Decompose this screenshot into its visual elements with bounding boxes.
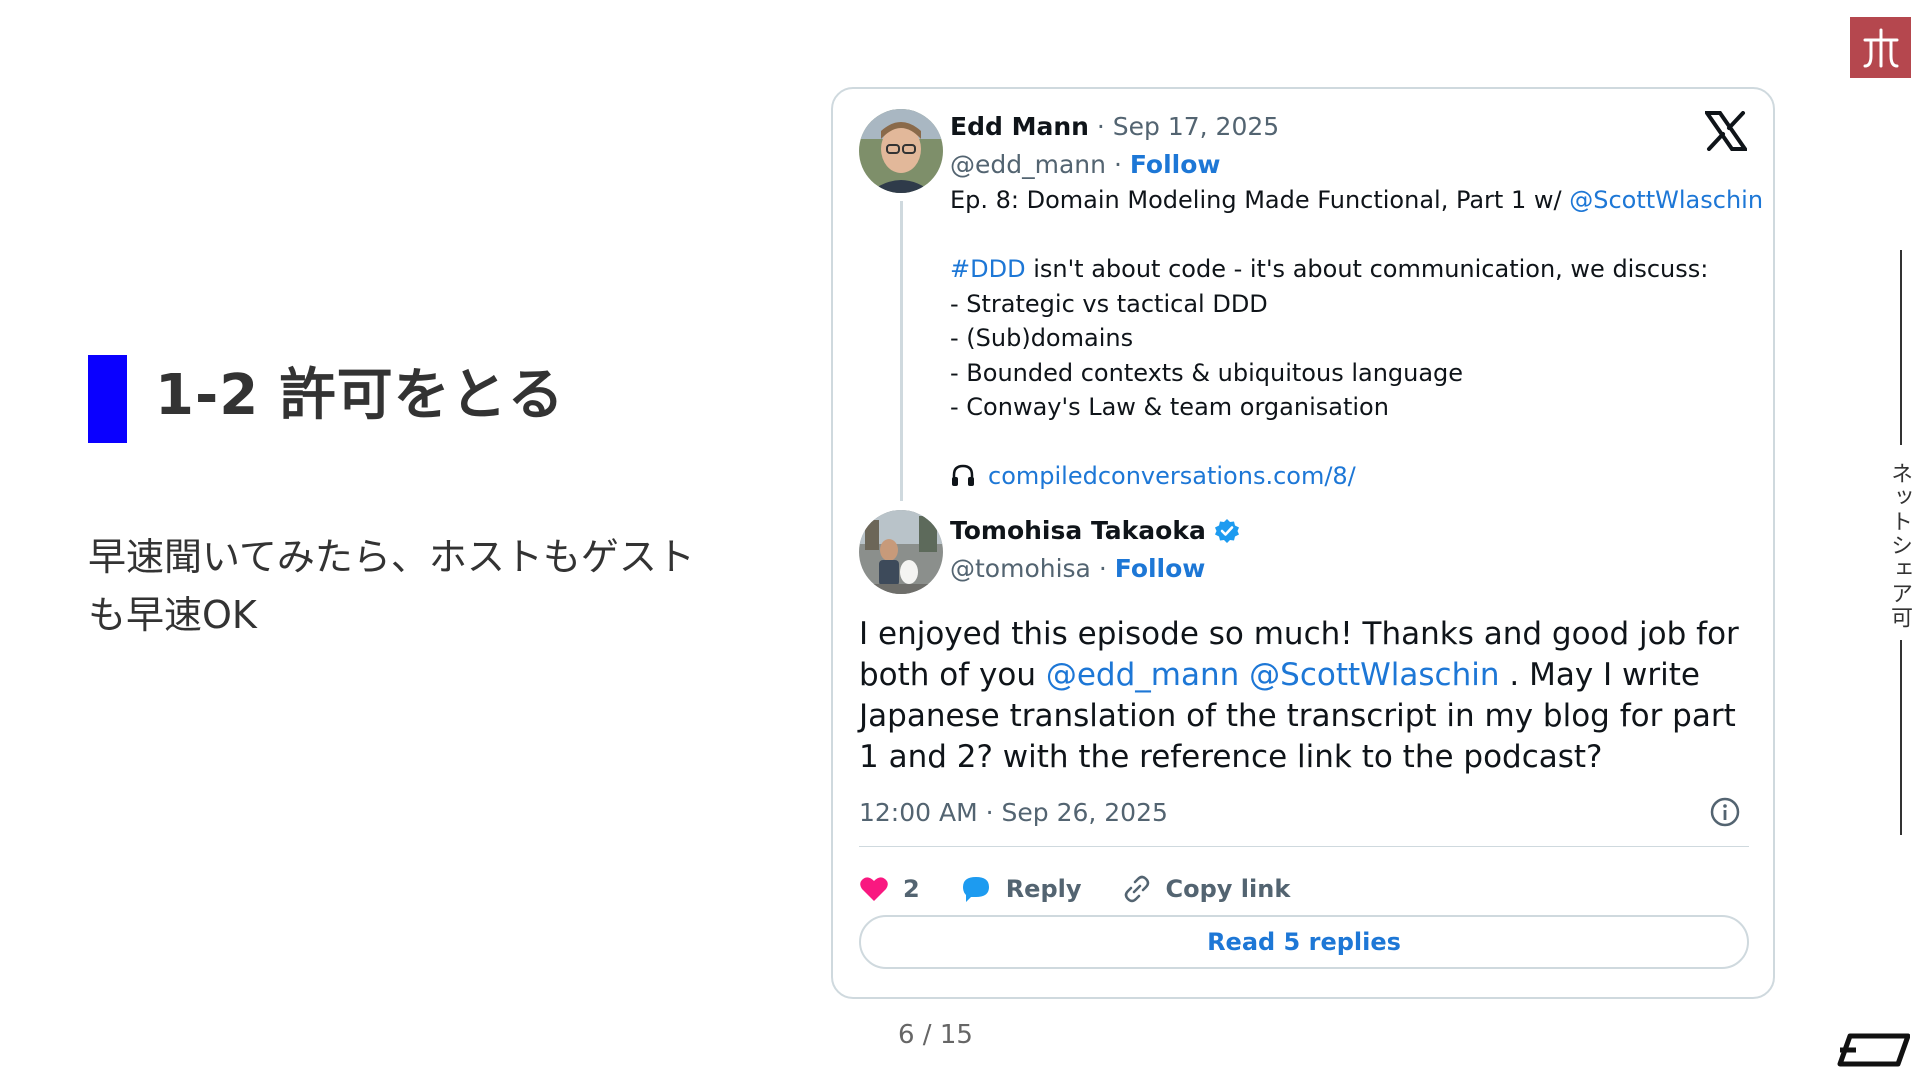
author-name[interactable]: Tomohisa Takaoka	[950, 513, 1206, 549]
like-count: 2	[903, 875, 920, 903]
vertical-divider-bottom	[1900, 640, 1902, 835]
separator-dot: ·	[1113, 150, 1122, 179]
mention-link[interactable]: @ScottWlaschin	[1249, 657, 1499, 693]
author-name[interactable]: Edd Mann	[950, 112, 1089, 141]
avatar[interactable]	[859, 510, 943, 594]
bullet-item: - Strategic vs tactical DDD	[950, 289, 1268, 318]
tweet1-handle-row: @edd_mann · Follow	[950, 147, 1221, 183]
tweet2-handle-row: @tomohisa · Follow	[950, 551, 1205, 587]
podcast-link-row: compiledconversations.com/8/	[950, 459, 1750, 494]
author-handle[interactable]: @tomohisa	[950, 554, 1091, 583]
tweet-timestamp[interactable]: 12:00 AM · Sep 26, 2025	[859, 795, 1168, 831]
tweet-embed-card: Edd Mann · Sep 17, 2025 @edd_mann · Foll…	[831, 87, 1775, 999]
share-label: ネットシェア可	[1887, 462, 1912, 630]
avatar[interactable]	[859, 109, 943, 193]
reply-label: Reply	[1005, 875, 1082, 903]
bullet-item: - Bounded contexts & ubiquitous language	[950, 358, 1464, 387]
copy-link-label: Copy link	[1165, 875, 1291, 903]
slide-body-text: 早速聞いてみたら、ホストもゲストも早速OK	[88, 535, 695, 637]
slide-title: 1-2 許可をとる	[155, 363, 565, 428]
corner-brand-icon	[1837, 1033, 1910, 1067]
reply-bubble-icon	[962, 877, 989, 902]
page-counter: 6 / 15	[898, 1020, 973, 1050]
tweet1-date[interactable]: · Sep 17, 2025	[1097, 112, 1279, 141]
reply-button[interactable]: Reply	[960, 874, 1082, 904]
tweet-actions: 2 Reply Copy link	[859, 869, 1330, 909]
x-logo-icon[interactable]	[1705, 111, 1747, 151]
tweet1-header: Edd Mann · Sep 17, 2025	[950, 109, 1279, 145]
tweet2-body: I enjoyed this episode so much! Thanks a…	[859, 616, 1739, 775]
mention-link[interactable]: @ScottWlaschin	[1569, 186, 1763, 214]
author-handle[interactable]: @edd_mann	[950, 150, 1106, 179]
tweet1-body: Ep. 8: Domain Modeling Made Functional, …	[950, 183, 1764, 494]
tweet1-line1: Ep. 8: Domain Modeling Made Functional, …	[950, 186, 1764, 214]
copy-link-button[interactable]: Copy link	[1122, 874, 1291, 904]
bullet-item: - Conway's Law & team organisation	[950, 393, 1389, 421]
bullet-item: - (Sub)domains	[950, 324, 1134, 352]
divider	[859, 846, 1749, 847]
vertical-divider-top	[1900, 250, 1902, 445]
title-accent-bar	[88, 355, 127, 443]
separator-dot: ·	[1098, 554, 1107, 583]
verified-badge-icon	[1214, 519, 1239, 543]
headphones-icon	[952, 464, 974, 487]
heart-icon	[860, 877, 888, 901]
tweet1-line2: #DDD isn't about code - it's about commu…	[950, 255, 1709, 283]
thread-line	[900, 201, 903, 501]
like-button[interactable]: 2	[859, 875, 920, 903]
info-icon[interactable]	[1708, 795, 1742, 829]
follow-button[interactable]: Follow	[1115, 554, 1206, 583]
hashtag-link[interactable]: #DDD	[950, 255, 1026, 283]
tweet2-header: Tomohisa Takaoka	[950, 513, 1240, 549]
link-icon	[1124, 875, 1149, 903]
read-replies-button[interactable]: Read 5 replies	[859, 915, 1749, 969]
follow-button[interactable]: Follow	[1130, 150, 1221, 179]
brand-logo-icon	[1850, 17, 1911, 78]
mention-link[interactable]: @edd_mann	[1046, 657, 1239, 693]
podcast-link[interactable]: compiledconversations.com/8/	[988, 459, 1356, 494]
